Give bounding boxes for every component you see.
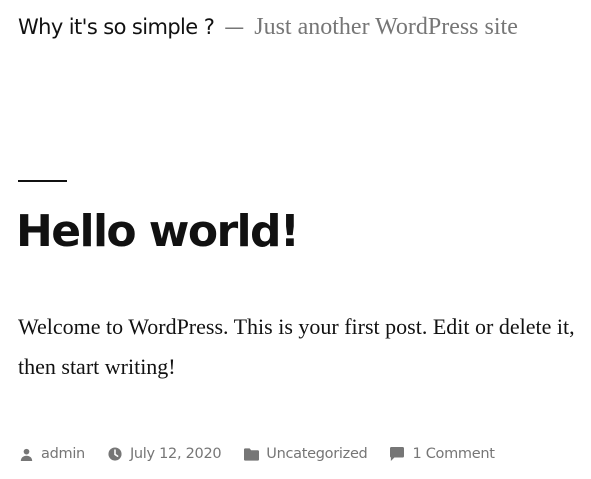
post-title-link[interactable]: Hello world! xyxy=(16,206,300,257)
post-title[interactable]: Hello world! xyxy=(16,206,300,257)
post-meta: admin July 12, 2020 Uncategorized 1 Comm… xyxy=(18,446,495,462)
site-title-link[interactable]: Why it's so simple ? xyxy=(18,15,215,39)
post-category: Uncategorized xyxy=(243,446,368,462)
title-separator: — xyxy=(224,15,245,39)
comments-link[interactable]: 1 Comment xyxy=(412,446,494,462)
folder-icon xyxy=(243,446,259,462)
post-date: July 12, 2020 xyxy=(107,446,222,462)
author-link[interactable]: admin xyxy=(41,446,85,462)
date-link[interactable]: July 12, 2020 xyxy=(130,446,222,462)
post-comments: 1 Comment xyxy=(389,446,495,462)
post-content: Welcome to WordPress. This is your first… xyxy=(18,314,575,379)
clock-icon xyxy=(107,446,123,462)
post-author: admin xyxy=(18,446,85,462)
title-divider xyxy=(18,180,67,182)
site-header: Why it's so simple ? — Just another Word… xyxy=(18,14,518,41)
site-tagline: Just another WordPress site xyxy=(254,14,518,40)
person-icon xyxy=(18,446,34,462)
comment-icon xyxy=(389,446,405,462)
category-link[interactable]: Uncategorized xyxy=(266,446,367,462)
